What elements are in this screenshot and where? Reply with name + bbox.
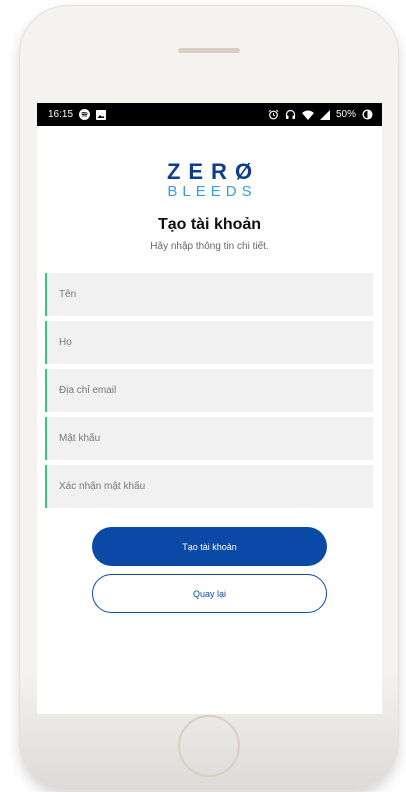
signal-icon — [319, 109, 330, 120]
email-field[interactable] — [45, 369, 373, 412]
status-time: 16:15 — [48, 109, 74, 120]
battery-icon — [362, 109, 373, 120]
first-name-input[interactable] — [47, 289, 373, 300]
logo-line-zero: ZERØ — [166, 159, 261, 184]
battery-percent: 50% — [335, 109, 356, 120]
create-account-button[interactable]: Tạo tài khoản — [92, 527, 327, 566]
first-name-field[interactable] — [45, 273, 373, 316]
status-bar: 16:15 50% — [37, 103, 382, 126]
password-field[interactable] — [45, 417, 373, 460]
page-title: Tạo tài khoản — [157, 216, 262, 233]
page-subtitle: Hãy nhập thông tin chi tiết. — [150, 241, 269, 252]
email-input[interactable] — [47, 385, 373, 396]
phone-speaker — [178, 48, 240, 53]
phone-frame: 16:15 50% ZERØ BLEEDS Tạo tài khoản Hãy … — [20, 6, 398, 790]
last-name-input[interactable] — [47, 337, 373, 348]
brand-logo: ZERØ BLEEDS — [37, 159, 382, 201]
home-button[interactable] — [178, 715, 240, 777]
back-button[interactable]: Quay lại — [92, 574, 327, 613]
wifi-icon — [301, 110, 314, 120]
alarm-icon — [268, 109, 279, 120]
confirm-password-input[interactable] — [47, 481, 373, 492]
signup-form — [37, 273, 382, 508]
headset-icon — [285, 109, 296, 120]
confirm-password-field[interactable] — [45, 465, 373, 508]
last-name-field[interactable] — [45, 321, 373, 364]
image-icon — [96, 109, 107, 120]
password-input[interactable] — [47, 433, 373, 444]
logo-line-bleeds: BLEEDS — [167, 183, 257, 200]
screen: 16:15 50% ZERØ BLEEDS Tạo tài khoản Hãy … — [37, 103, 382, 714]
spotify-icon — [79, 109, 91, 120]
